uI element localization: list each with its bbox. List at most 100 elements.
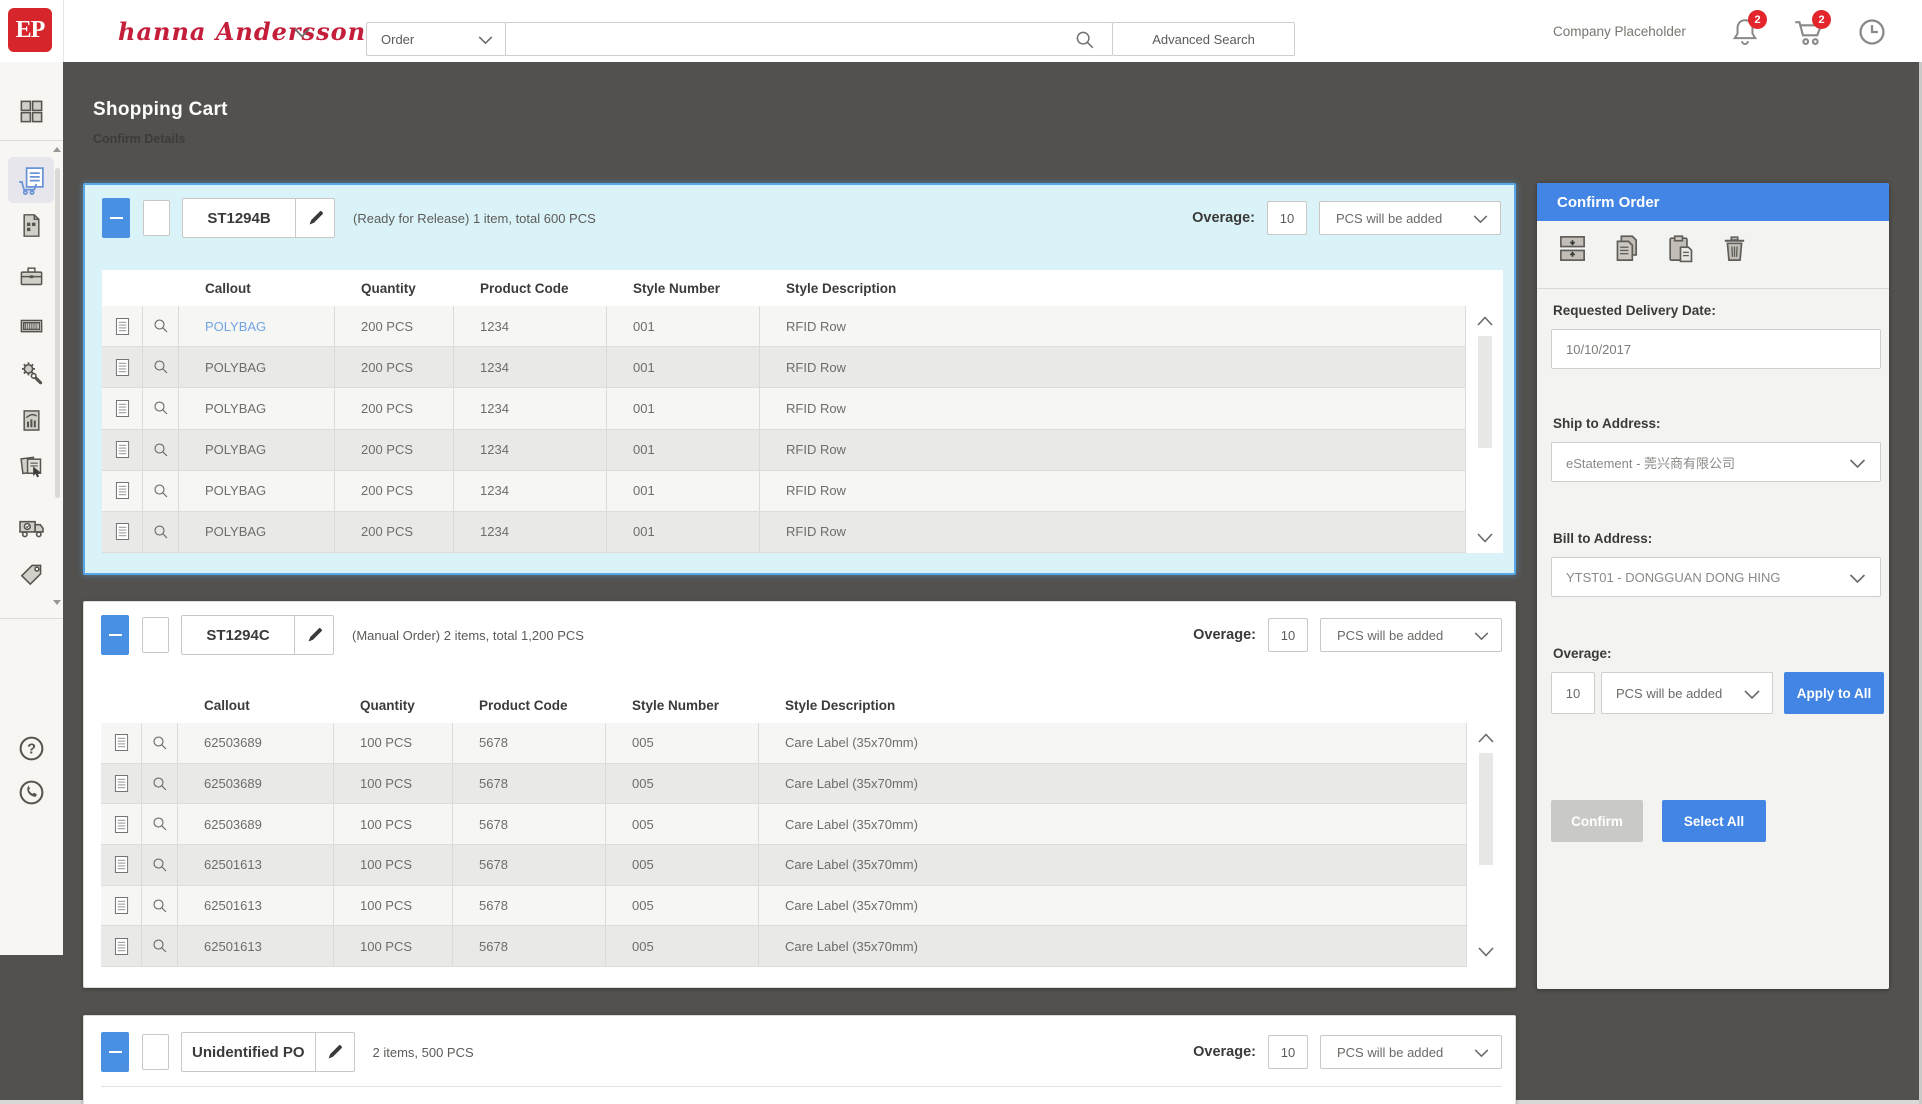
sidebar-item-briefcase-icon[interactable]: [0, 262, 63, 289]
overage-unit-select[interactable]: PCS will be added: [1319, 201, 1501, 235]
overage-input[interactable]: [1268, 618, 1308, 652]
scroll-up-chevron-icon[interactable]: [1478, 733, 1494, 743]
row-document-icon[interactable]: [102, 430, 143, 470]
panel-overage-input[interactable]: [1551, 672, 1595, 714]
history-clock-icon[interactable]: [1856, 16, 1888, 48]
row-callout[interactable]: POLYBAG: [179, 471, 335, 511]
row-callout[interactable]: POLYBAG: [179, 430, 335, 470]
sidebar-item-quotes-icon[interactable]: [0, 453, 63, 480]
row-zoom-icon[interactable]: [143, 512, 179, 552]
row-document-icon[interactable]: [101, 804, 142, 844]
row-document-icon[interactable]: [101, 723, 142, 763]
apply-to-all-button[interactable]: Apply to All: [1784, 672, 1884, 714]
row-document-icon[interactable]: [101, 845, 142, 885]
delivery-date-input[interactable]: [1551, 329, 1881, 369]
apps-grid-icon[interactable]: [0, 98, 63, 125]
sidebar-scroll-down-arrow[interactable]: [53, 600, 61, 605]
edit-pencil-icon[interactable]: [294, 616, 333, 654]
panel-overage-unit-select[interactable]: PCS will be added: [1601, 672, 1773, 714]
search-icon[interactable]: [1074, 29, 1096, 51]
row-zoom-icon[interactable]: [142, 845, 178, 885]
brand-logo[interactable]: hanna Andersson: [118, 0, 366, 62]
row-document-icon[interactable]: [102, 306, 143, 346]
merge-po-icon[interactable]: [1557, 233, 1588, 264]
row-callout[interactable]: 62501613: [178, 886, 334, 926]
row-callout[interactable]: POLYBAG: [179, 306, 335, 346]
collapse-minus-button[interactable]: [102, 198, 130, 238]
row-zoom-icon[interactable]: [142, 804, 178, 844]
advanced-search-button[interactable]: Advanced Search: [1112, 22, 1295, 56]
row-document-icon[interactable]: [101, 926, 142, 966]
row-callout[interactable]: POLYBAG: [179, 347, 335, 387]
sidebar-scroll-up-arrow[interactable]: [53, 147, 61, 152]
row-zoom-icon[interactable]: [143, 388, 179, 428]
row-document-icon[interactable]: [101, 886, 142, 926]
row-callout[interactable]: 62503689: [178, 723, 334, 763]
bill-to-select[interactable]: YTST01 - DONGGUAN DONG HING: [1551, 557, 1881, 597]
row-zoom-icon[interactable]: [142, 764, 178, 804]
row-document-icon[interactable]: [102, 388, 143, 428]
row-document-icon[interactable]: [101, 764, 142, 804]
sidebar-item-shipping-truck-icon[interactable]: [0, 512, 63, 541]
paste-icon[interactable]: [1665, 233, 1696, 264]
row-document-icon[interactable]: [102, 347, 143, 387]
row-callout[interactable]: 62501613: [178, 845, 334, 885]
po-checkbox[interactable]: [143, 200, 170, 236]
collapse-minus-button[interactable]: [101, 615, 129, 655]
row-zoom-icon[interactable]: [142, 886, 178, 926]
overage-input[interactable]: [1267, 201, 1307, 235]
page-subtitle: Confirm Details: [93, 132, 185, 146]
po-checkbox[interactable]: [142, 1034, 169, 1070]
scroll-down-chevron-icon[interactable]: [1477, 533, 1493, 543]
select-all-button[interactable]: Select All: [1662, 800, 1766, 842]
sidebar-item-tags-icon[interactable]: [0, 560, 63, 589]
row-zoom-icon[interactable]: [143, 347, 179, 387]
row-callout[interactable]: POLYBAG: [179, 512, 335, 552]
table-scrollbar[interactable]: [1465, 306, 1503, 553]
collapse-minus-button[interactable]: [101, 1032, 129, 1072]
scroll-down-chevron-icon[interactable]: [1478, 947, 1494, 957]
row-zoom-icon[interactable]: [142, 723, 178, 763]
sidebar-item-shopping-cart-active[interactable]: [8, 157, 54, 203]
row-quantity: 200 PCS: [335, 388, 454, 428]
scroll-up-chevron-icon[interactable]: [1477, 316, 1493, 326]
row-callout[interactable]: POLYBAG: [179, 388, 335, 428]
scrollbar-thumb[interactable]: [1478, 336, 1492, 448]
delete-trash-icon[interactable]: [1719, 233, 1750, 264]
confirm-button[interactable]: Confirm: [1551, 800, 1643, 842]
row-style-description: Care Label (35x70mm): [759, 723, 1466, 763]
sidebar-item-settings-tools-icon[interactable]: [0, 358, 63, 387]
edit-pencil-icon[interactable]: [315, 1033, 354, 1071]
brand-chevron-down-icon[interactable]: [294, 28, 310, 38]
sidebar-item-reports-icon[interactable]: [0, 407, 63, 434]
po-checkbox[interactable]: [142, 617, 169, 653]
row-zoom-icon[interactable]: [143, 306, 179, 346]
search-input[interactable]: [506, 23, 1112, 55]
copy-icon[interactable]: [1611, 233, 1642, 264]
row-callout[interactable]: 62503689: [178, 804, 334, 844]
sidebar-item-orders-document-icon[interactable]: [0, 212, 63, 239]
help-icon[interactable]: ?: [0, 734, 63, 763]
row-callout[interactable]: 62503689: [178, 764, 334, 804]
sidebar-scrollbar[interactable]: [55, 154, 60, 614]
row-document-icon[interactable]: [102, 512, 143, 552]
sidebar-item-barcode-icon[interactable]: [0, 312, 63, 339]
overage-unit-select[interactable]: PCS will be added: [1320, 618, 1502, 652]
edit-pencil-icon[interactable]: [295, 199, 334, 237]
po-card-header: Unidentified PO 2 items, 500 PCS Overage…: [101, 1032, 1502, 1072]
phone-contact-icon[interactable]: [0, 778, 63, 807]
overage-input[interactable]: [1268, 1035, 1308, 1069]
row-product-code: 1234: [454, 306, 607, 346]
row-document-icon[interactable]: [102, 471, 143, 511]
ship-to-select[interactable]: eStatement - 莞兴商有限公司: [1551, 442, 1881, 482]
search-category-select[interactable]: Order: [366, 22, 506, 56]
row-callout[interactable]: 62501613: [178, 926, 334, 966]
sidebar-scrollbar-thumb[interactable]: [55, 168, 60, 498]
row-zoom-icon[interactable]: [143, 430, 179, 470]
table-scrollbar[interactable]: [1466, 723, 1504, 967]
app-logo[interactable]: EP: [8, 8, 52, 52]
scrollbar-thumb[interactable]: [1479, 753, 1493, 865]
row-zoom-icon[interactable]: [142, 926, 178, 966]
overage-unit-select[interactable]: PCS will be added: [1320, 1035, 1502, 1069]
row-zoom-icon[interactable]: [143, 471, 179, 511]
